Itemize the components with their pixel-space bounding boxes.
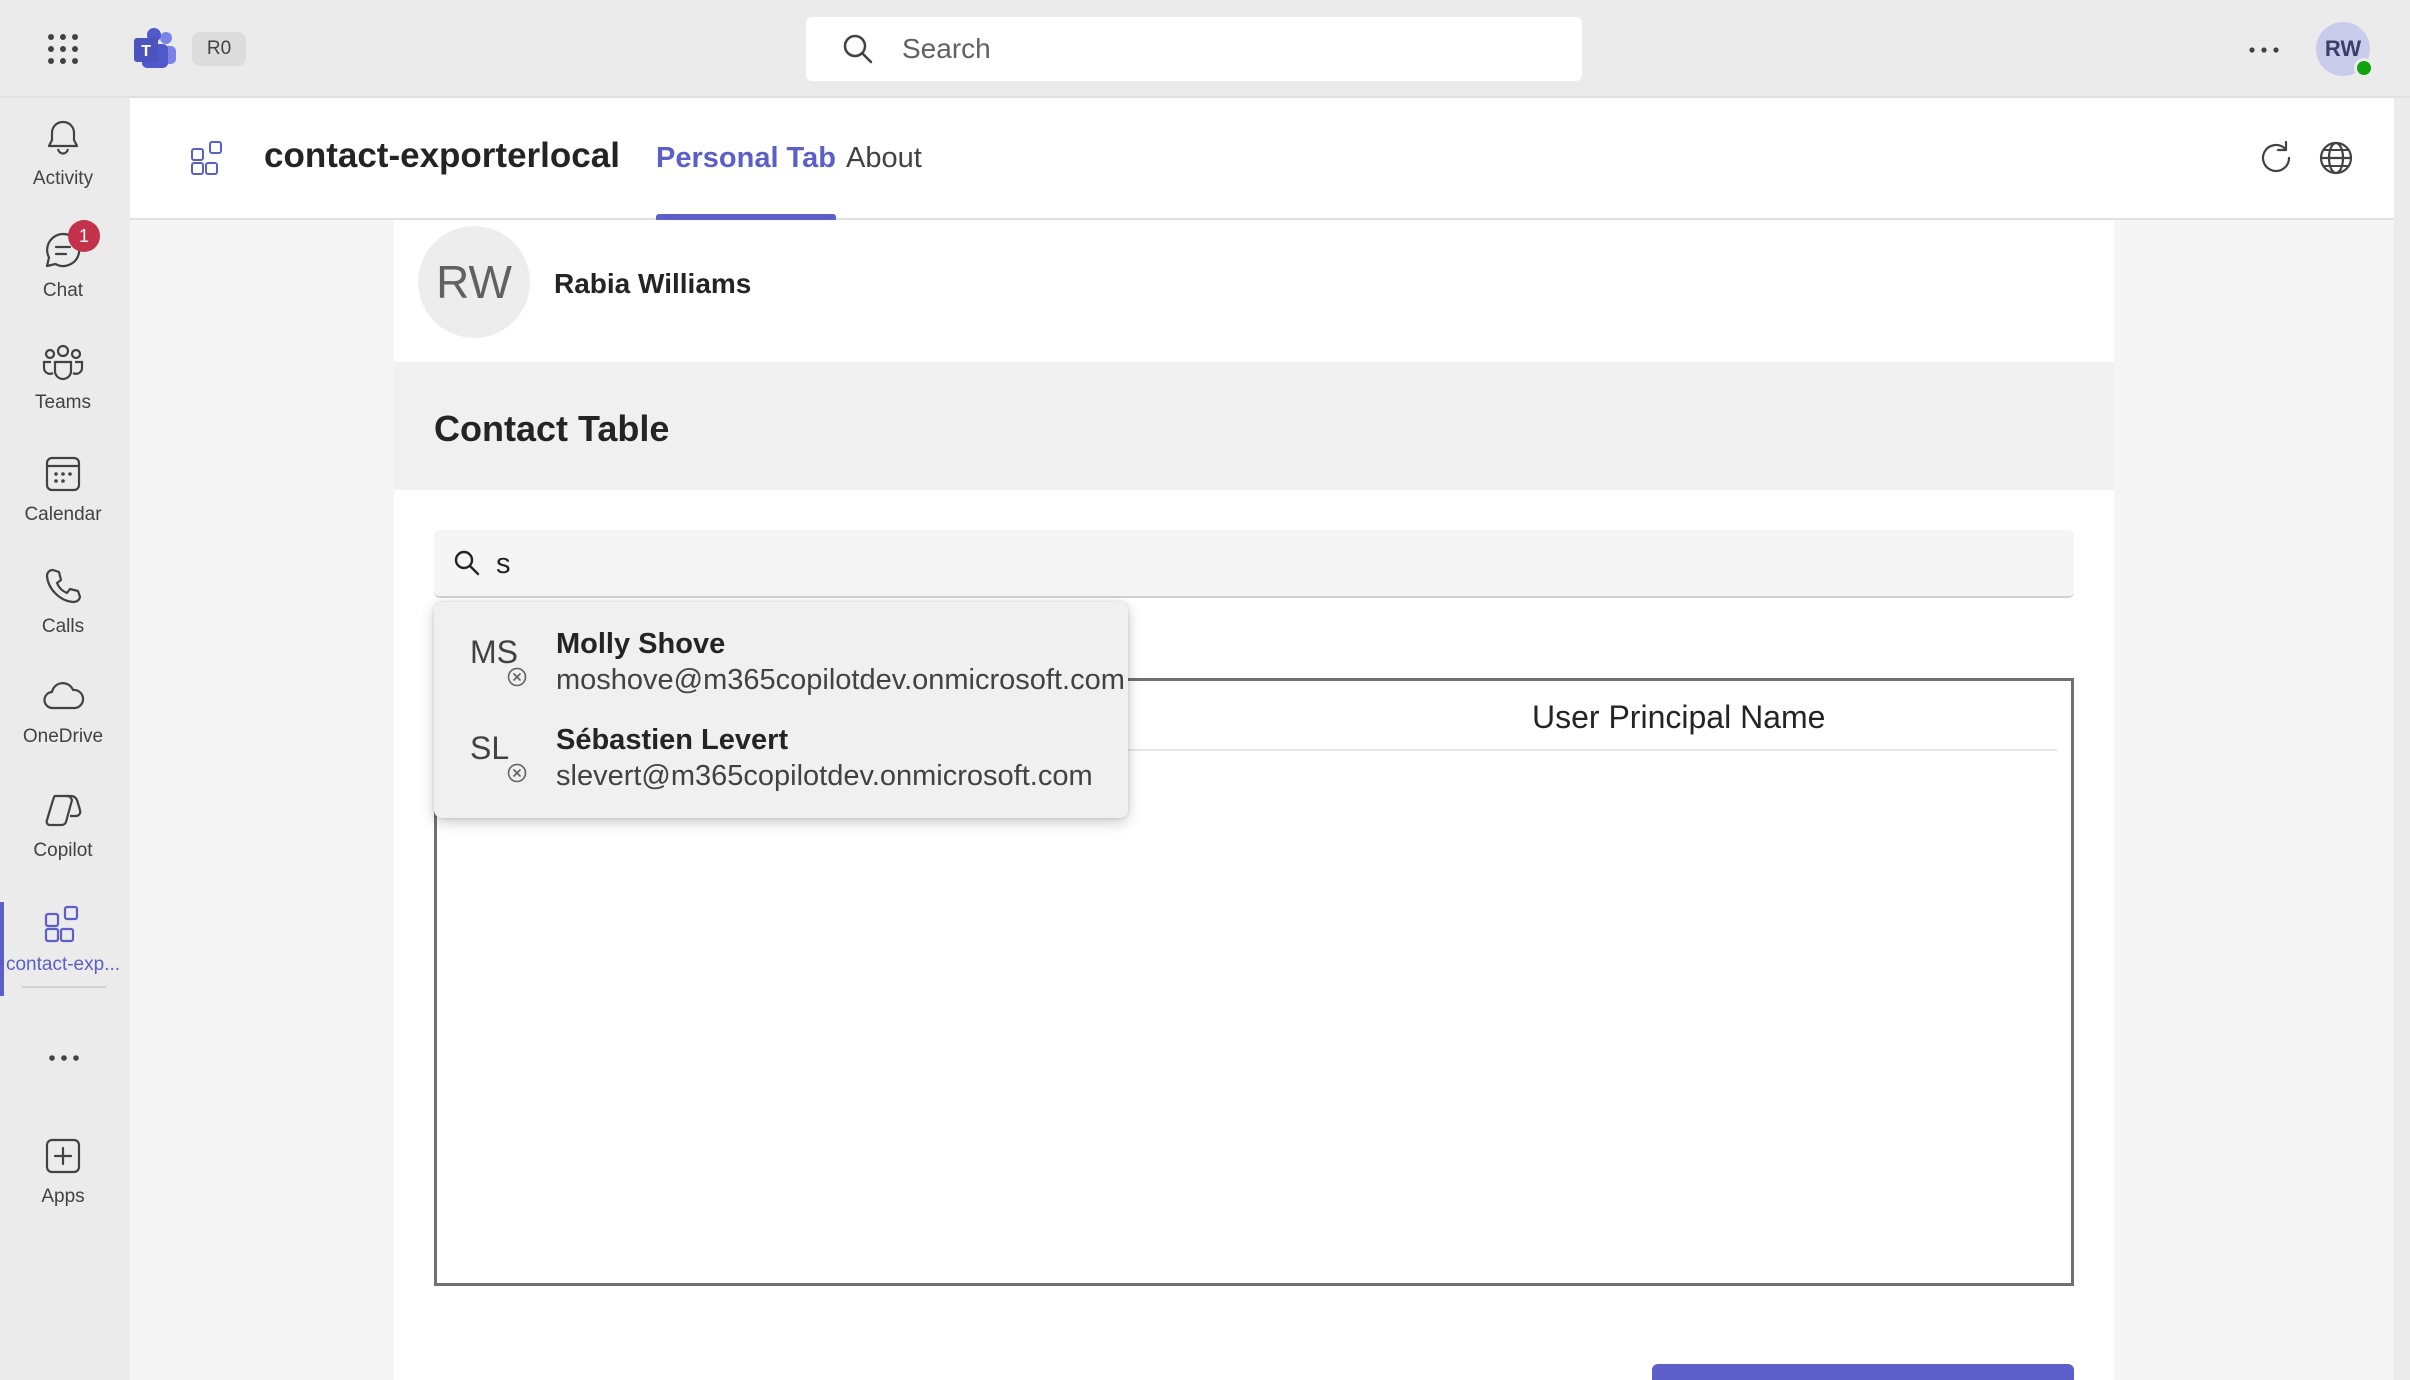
org-badge[interactable]: R0	[192, 32, 246, 66]
dismiss-circle-icon	[507, 667, 527, 687]
bell-icon	[47, 120, 79, 155]
app-grid-icon	[44, 905, 79, 943]
more-options-icon[interactable]	[2244, 30, 2284, 70]
global-search-input[interactable]: Search	[806, 17, 1582, 81]
refresh-icon[interactable]	[2256, 138, 2296, 178]
copilot-icon	[45, 794, 82, 827]
rail-label: contact-exp...	[5, 954, 121, 975]
suggestion-item[interactable]: SL Sébastien Levert slevert@m365copilotd…	[434, 698, 1128, 794]
globe-icon[interactable]	[2316, 138, 2356, 178]
rail-item-calendar[interactable]: Calendar	[0, 452, 126, 556]
user-avatar[interactable]: RW	[2316, 22, 2374, 78]
rail-item-calls[interactable]: Calls	[0, 564, 126, 668]
profile-avatar: RW	[418, 226, 530, 338]
rail-label: OneDrive	[22, 726, 104, 747]
teams-icon	[42, 344, 84, 381]
app-title: contact-exporterlocal	[264, 136, 620, 175]
phone-icon	[45, 568, 82, 604]
dismiss-circle-icon	[507, 763, 527, 783]
tab-personal-tab[interactable]: Personal Tab	[656, 142, 836, 220]
app-header: contact-exporterlocal Personal Tab About	[130, 98, 2394, 220]
contact-table-header: Contact Table	[394, 362, 2114, 490]
rail-item-copilot[interactable]: Copilot	[0, 788, 126, 892]
people-picker-value: s	[496, 548, 511, 580]
rail-item-apps[interactable]: Apps	[0, 1134, 126, 1238]
app-rail: Activity Chat 1 Teams Calendar Calls One…	[0, 98, 130, 1380]
profile-name: Rabia Williams	[554, 268, 752, 299]
column-header-upn[interactable]: User Principal Name	[1532, 699, 1825, 736]
chat-unread-badge: 1	[68, 220, 100, 252]
svg-text:T: T	[141, 43, 151, 60]
rail-label: Teams	[35, 392, 91, 413]
suggestion-email: slevert@m365copilotdev.onmicrosoft.com	[556, 760, 1093, 792]
contact-table-title: Contact Table	[434, 408, 670, 449]
rail-item-chat[interactable]: Chat	[0, 228, 126, 332]
rail-label: Calendar	[24, 504, 102, 525]
search-placeholder: Search	[902, 33, 991, 64]
suggestion-item[interactable]: MS Molly Shove moshove@m365copilotdev.on…	[434, 602, 1128, 698]
profile-initials: RW	[436, 256, 512, 308]
rail-label: Calls	[41, 616, 85, 637]
rail-label: Chat	[42, 280, 84, 301]
rail-item-teams[interactable]: Teams	[0, 340, 126, 444]
presence-available-icon	[2354, 58, 2374, 78]
rail-item-onedrive[interactable]: OneDrive	[0, 674, 126, 778]
rail-item-contact-exporter[interactable]: contact-exp...	[0, 902, 126, 1006]
suggestion-name: Sébastien Levert	[556, 724, 789, 756]
calendar-icon	[45, 456, 81, 492]
add-app-icon	[45, 1138, 81, 1174]
tab-about[interactable]: About	[846, 142, 922, 220]
top-bar: T R0 Search RW	[0, 0, 2410, 98]
search-icon	[454, 550, 480, 576]
suggestion-initials: SL	[470, 730, 510, 766]
rail-label: Copilot	[33, 840, 93, 861]
rail-item-activity[interactable]: Activity	[0, 116, 126, 220]
search-icon	[843, 34, 873, 64]
primary-action-button[interactable]	[1652, 1364, 2074, 1380]
cloud-icon	[43, 682, 85, 710]
rail-label: Apps	[41, 1186, 85, 1207]
app-launcher-icon[interactable]	[44, 30, 82, 68]
user-initials: RW	[2324, 36, 2362, 61]
people-picker-input[interactable]: s	[434, 530, 2074, 598]
rail-label: Activity	[32, 168, 94, 189]
app-grid-icon	[191, 141, 222, 175]
suggestion-name: Molly Shove	[556, 628, 726, 660]
teams-logo-icon: T	[134, 28, 176, 68]
more-apps-icon[interactable]	[44, 1038, 84, 1078]
people-suggestions-dropdown: MS Molly Shove moshove@m365copilotdev.on…	[434, 602, 1128, 818]
suggestion-email: moshove@m365copilotdev.onmicrosoft.com	[556, 664, 1125, 696]
